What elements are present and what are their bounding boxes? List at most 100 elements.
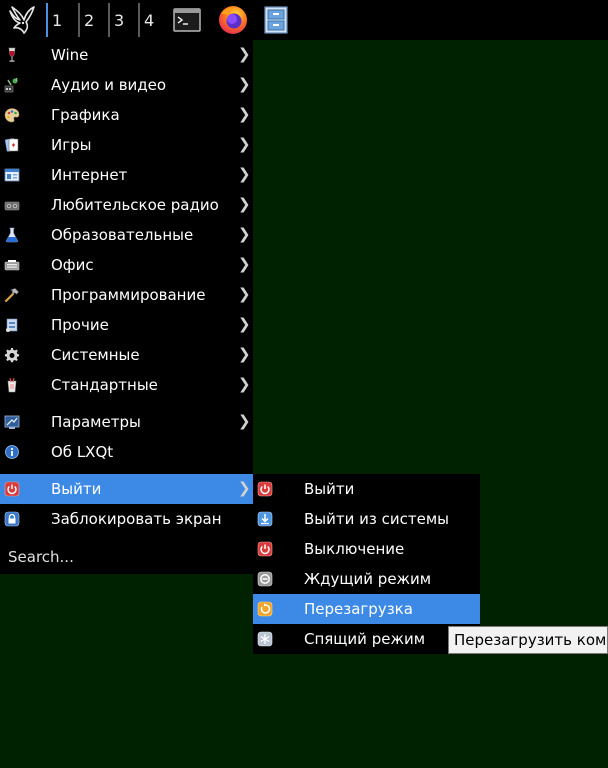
menu-item-ham-radio[interactable]: Любительское радио ❯ xyxy=(0,190,253,220)
submenu-arrow-icon: ❯ xyxy=(238,105,251,123)
flask-icon xyxy=(6,227,18,243)
desktop-label: 4 xyxy=(144,10,155,30)
menu-item-leave[interactable]: Выйти ❯ xyxy=(0,474,253,504)
shutdown-icon xyxy=(257,541,273,557)
quicklaunch-file-manager[interactable] xyxy=(260,0,292,40)
menu-item-label: Образовательные xyxy=(51,226,194,244)
submenu-item-hibernate[interactable]: Спящий режим xyxy=(253,624,480,654)
submenu-arrow-icon: ❯ xyxy=(238,479,251,497)
palette-icon xyxy=(4,108,20,123)
menu-item-accessories[interactable]: Стандартные ❯ xyxy=(0,370,253,400)
menu-item-programming[interactable]: Программирование ❯ xyxy=(0,280,253,310)
menu-item-label: Программирование xyxy=(51,286,206,304)
submenu-arrow-icon: ❯ xyxy=(238,285,251,303)
desktop-label: 1 xyxy=(52,10,63,30)
submenu-item-label: Перезагрузка xyxy=(304,600,413,618)
menu-item-label: Wine xyxy=(51,46,89,64)
hibernate-icon xyxy=(257,631,273,647)
submenu-arrow-icon: ❯ xyxy=(238,195,251,213)
menu-item-label: Графика xyxy=(51,106,120,124)
terminal-icon xyxy=(173,8,201,32)
quicklaunch-firefox[interactable] xyxy=(214,0,252,40)
leave-submenu: Выйти Выйти из системы Выключение Ждущий… xyxy=(253,474,480,654)
menu-item-other[interactable]: Прочие ❯ xyxy=(0,310,253,340)
preferences-icon xyxy=(4,415,20,429)
info-icon xyxy=(5,445,19,459)
reboot-icon xyxy=(257,601,273,617)
desktop-label: 2 xyxy=(84,10,95,30)
submenu-item-label: Выключение xyxy=(304,540,405,558)
power-icon xyxy=(257,481,273,497)
submenu-item-suspend[interactable]: Ждущий режим xyxy=(253,564,480,594)
network-icon xyxy=(4,168,20,182)
logout-icon xyxy=(257,511,273,527)
submenu-item-reboot[interactable]: Перезагрузка xyxy=(253,594,480,624)
submenu-item-logout[interactable]: Выйти из системы xyxy=(253,504,480,534)
menu-item-internet[interactable]: Интернет ❯ xyxy=(0,160,253,190)
search-input[interactable] xyxy=(0,540,253,574)
misc-icon xyxy=(6,318,18,332)
submenu-item-label: Выйти из системы xyxy=(304,510,449,528)
menu-item-games[interactable]: Игры ❯ xyxy=(0,130,253,160)
menu-item-label: Любительское радио xyxy=(51,196,219,214)
radio-icon xyxy=(4,201,20,211)
desktop-switch-4[interactable]: 4 xyxy=(138,3,166,37)
menu-item-about-lxqt[interactable]: Об LXQt xyxy=(0,437,253,467)
menu-item-label: Выйти xyxy=(51,480,102,498)
submenu-item-label: Выйти xyxy=(304,480,355,498)
submenu-item-shutdown[interactable]: Выключение xyxy=(253,534,480,564)
menu-item-system[interactable]: Системные ❯ xyxy=(0,340,253,370)
menu-item-office[interactable]: Офис ❯ xyxy=(0,250,253,280)
file-cabinet-icon xyxy=(264,6,288,34)
wine-glass-icon xyxy=(8,47,16,62)
menu-item-preferences[interactable]: Параметры ❯ xyxy=(0,407,253,437)
menu-item-label: Прочие xyxy=(51,316,109,334)
search-field-container xyxy=(0,540,253,574)
cards-icon xyxy=(4,138,19,152)
submenu-arrow-icon: ❯ xyxy=(238,315,251,333)
menu-item-label: Параметры xyxy=(51,413,141,431)
submenu-item-label: Ждущий режим xyxy=(304,570,432,588)
submenu-arrow-icon: ❯ xyxy=(238,45,251,63)
firefox-icon xyxy=(219,6,247,34)
typewriter-icon xyxy=(4,260,20,271)
gear-icon xyxy=(4,347,20,363)
menu-item-wine[interactable]: Wine ❯ xyxy=(0,40,253,70)
menu-item-label: Стандартные xyxy=(51,376,158,394)
menu-item-label: Об LXQt xyxy=(51,443,114,461)
reboot-tooltip: Перезагрузить компьютер xyxy=(448,626,608,654)
desktop-switch-3[interactable]: 3 xyxy=(108,3,136,37)
submenu-arrow-icon: ❯ xyxy=(238,75,251,93)
submenu-arrow-icon: ❯ xyxy=(238,345,251,363)
desktop-switch-1[interactable]: 1 xyxy=(46,3,74,37)
submenu-arrow-icon: ❯ xyxy=(238,412,251,430)
application-menu: Wine ❯ Аудио и видео ❯ Графика ❯ Игры ❯ … xyxy=(0,40,253,574)
submenu-arrow-icon: ❯ xyxy=(238,225,251,243)
taskbar-panel: 1 2 3 4 xyxy=(0,0,608,40)
desktop-switch-2[interactable]: 2 xyxy=(78,3,106,37)
menu-item-label: Интернет xyxy=(51,166,128,184)
submenu-arrow-icon: ❯ xyxy=(238,375,251,393)
quicklaunch-terminal[interactable] xyxy=(170,0,204,40)
menu-item-label: Системные xyxy=(51,346,140,364)
menu-item-audio-video[interactable]: Аудио и видео ❯ xyxy=(0,70,253,100)
main-menu-button[interactable] xyxy=(0,0,42,40)
menu-item-label: Офис xyxy=(51,256,94,274)
lxqt-logo-icon xyxy=(9,6,35,34)
menu-item-graphics[interactable]: Графика ❯ xyxy=(0,100,253,130)
hammer-icon xyxy=(4,288,19,303)
menu-item-label: Заблокировать экран xyxy=(51,510,222,528)
submenu-arrow-icon: ❯ xyxy=(238,165,251,183)
suspend-icon xyxy=(257,571,273,587)
power-icon xyxy=(4,481,20,497)
accessories-icon xyxy=(7,377,17,393)
menu-item-label: Игры xyxy=(51,136,92,154)
menu-item-label: Аудио и видео xyxy=(51,76,167,94)
multimedia-icon xyxy=(4,78,18,93)
desktop-label: 3 xyxy=(114,10,125,30)
submenu-arrow-icon: ❯ xyxy=(238,255,251,273)
menu-item-lock-screen[interactable]: Заблокировать экран xyxy=(0,504,253,534)
submenu-item-leave[interactable]: Выйти xyxy=(253,474,480,504)
menu-item-education[interactable]: Образовательные ❯ xyxy=(0,220,253,250)
lock-icon xyxy=(4,511,20,527)
